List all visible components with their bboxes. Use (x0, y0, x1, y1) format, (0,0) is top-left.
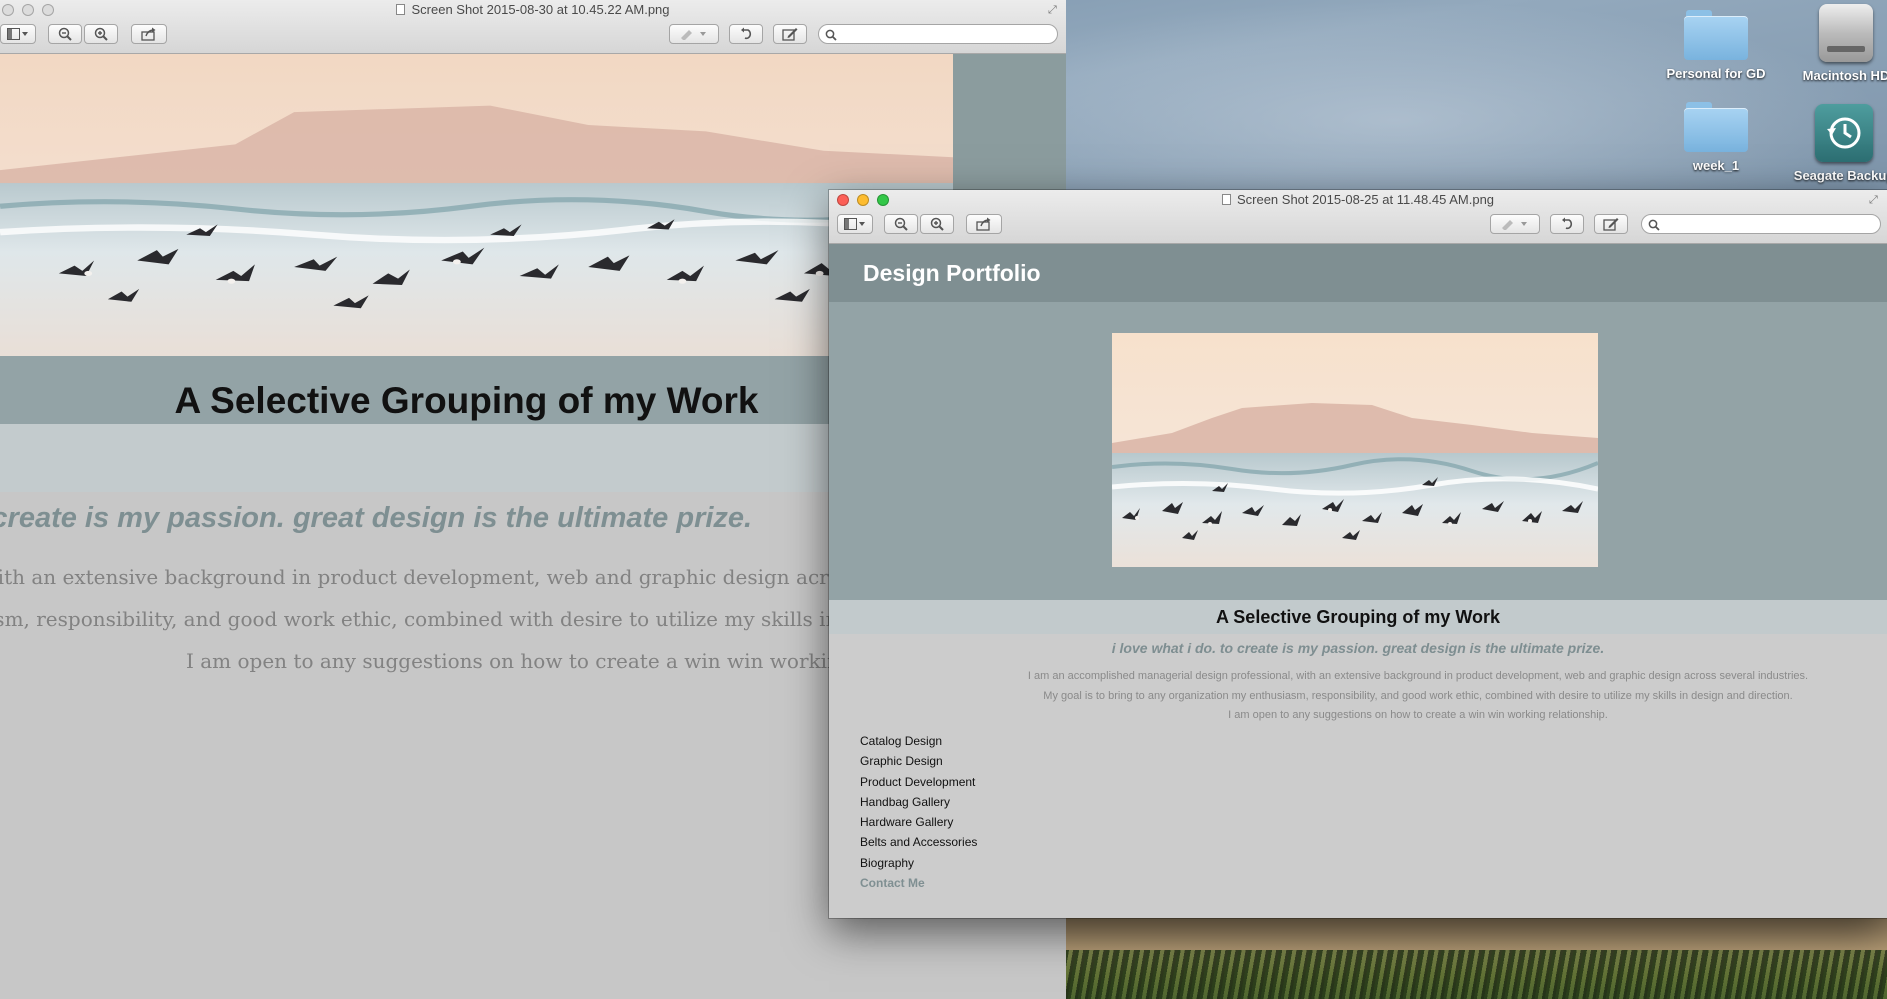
document-icon (396, 4, 406, 15)
sidebar-icon (844, 218, 865, 230)
window-titlebar[interactable]: Screen Shot 2015-08-25 at 11.48.45 AM.pn… (829, 190, 1887, 244)
zoom-out-button[interactable] (48, 24, 82, 44)
edit-toolbox-icon (1603, 218, 1619, 231)
rotate-button[interactable] (729, 24, 763, 44)
edit-toolbox-icon (782, 28, 798, 41)
desktop-icon-label: Seagate Backup (1793, 168, 1887, 183)
desktop-icon-seagate-backup[interactable]: Seagate Backup (1784, 104, 1887, 183)
folder-icon (1684, 10, 1748, 60)
rotate-icon (741, 27, 752, 40)
nav-link-contact-me[interactable]: Contact Me (860, 873, 977, 893)
zoom-in-icon (94, 27, 108, 41)
preview-canvas: Design Portfolio A Selective Grouping of… (829, 244, 1887, 918)
page-tagline: i love what i do. to create is my passio… (0, 502, 753, 534)
share-button[interactable] (966, 214, 1002, 234)
zoom-in-button[interactable] (920, 214, 954, 234)
time-machine-icon (1815, 104, 1873, 162)
nav-link-biography[interactable]: Biography (860, 853, 977, 873)
desktop-icon-personal-for-gd[interactable]: Personal for GD (1656, 10, 1776, 81)
rotate-icon (1562, 217, 1573, 230)
zoom-out-icon (894, 217, 908, 231)
preview-window-front: Screen Shot 2015-08-25 at 11.48.45 AM.pn… (829, 190, 1887, 918)
annotate-button[interactable] (1490, 214, 1540, 234)
desktop-icon-week-1[interactable]: week_1 (1656, 102, 1776, 173)
fullscreen-icon[interactable]: ⤢ (1048, 4, 1060, 16)
search-field[interactable] (818, 24, 1058, 44)
rotate-button[interactable] (1550, 214, 1584, 234)
search-icon (825, 29, 837, 41)
intro-line-2: My goal is to bring to any organization … (1043, 690, 1793, 702)
edit-toolbar-button[interactable] (1594, 214, 1628, 234)
desktop-wallpaper-grass (1066, 950, 1887, 999)
intro-line-1: I am an accomplished managerial design p… (1027, 670, 1809, 682)
page-tagline: i love what i do. to create is my passio… (1111, 640, 1605, 656)
nav-link-catalog-design[interactable]: Catalog Design (860, 731, 977, 751)
nav-link-graphic-design[interactable]: Graphic Design (860, 751, 977, 771)
hard-drive-icon (1819, 4, 1873, 62)
annotate-button[interactable] (669, 24, 719, 44)
zoom-out-icon (58, 27, 72, 41)
hero-image (1112, 333, 1598, 567)
portfolio-nav: Catalog Design Graphic Design Product De… (860, 731, 977, 893)
share-button[interactable] (131, 24, 167, 44)
page-heading: A Selective Grouping of my Work (1215, 607, 1501, 627)
nav-link-handbag-gallery[interactable]: Handbag Gallery (860, 792, 977, 812)
search-icon (1648, 219, 1660, 231)
fullscreen-icon[interactable]: ⤢ (1869, 194, 1881, 206)
window-title: Screen Shot 2015-08-25 at 11.48.45 AM.pn… (829, 192, 1887, 207)
page-heading: A Selective Grouping of my Work (174, 380, 759, 421)
sidebar-toggle-button[interactable] (0, 24, 36, 44)
zoom-in-icon (930, 217, 944, 231)
hero-image (0, 54, 953, 356)
share-icon (141, 27, 156, 41)
intro-line-3: I am open to any suggestions on how to c… (1228, 709, 1608, 721)
desktop-icon-label: week_1 (1692, 158, 1740, 173)
window-titlebar[interactable]: Screen Shot 2015-08-30 at 10.45.22 AM.pn… (0, 0, 1066, 54)
desktop-icon-label: Personal for GD (1666, 66, 1766, 81)
pen-icon (1502, 220, 1527, 230)
desktop-icon-macintosh-hd[interactable]: Macintosh HD (1786, 4, 1887, 83)
sidebar-toggle-button[interactable] (837, 214, 873, 234)
site-brand[interactable]: Design Portfolio (863, 260, 1041, 287)
window-title: Screen Shot 2015-08-30 at 10.45.22 AM.pn… (0, 2, 1066, 17)
pen-icon (681, 30, 706, 40)
beach-birds-photo (1112, 333, 1598, 567)
share-icon (976, 217, 991, 231)
beach-birds-photo (0, 54, 953, 356)
zoom-out-button[interactable] (884, 214, 918, 234)
nav-link-hardware-gallery[interactable]: Hardware Gallery (860, 812, 977, 832)
desktop-icon-label: Macintosh HD (1802, 68, 1887, 83)
zoom-in-button[interactable] (84, 24, 118, 44)
nav-link-belts-and-accessories[interactable]: Belts and Accessories (860, 832, 977, 852)
edit-toolbar-button[interactable] (773, 24, 807, 44)
search-field[interactable] (1641, 214, 1881, 234)
folder-icon (1684, 102, 1748, 152)
document-icon (1221, 194, 1231, 205)
nav-link-product-development[interactable]: Product Development (860, 772, 977, 792)
sidebar-icon (7, 28, 28, 40)
